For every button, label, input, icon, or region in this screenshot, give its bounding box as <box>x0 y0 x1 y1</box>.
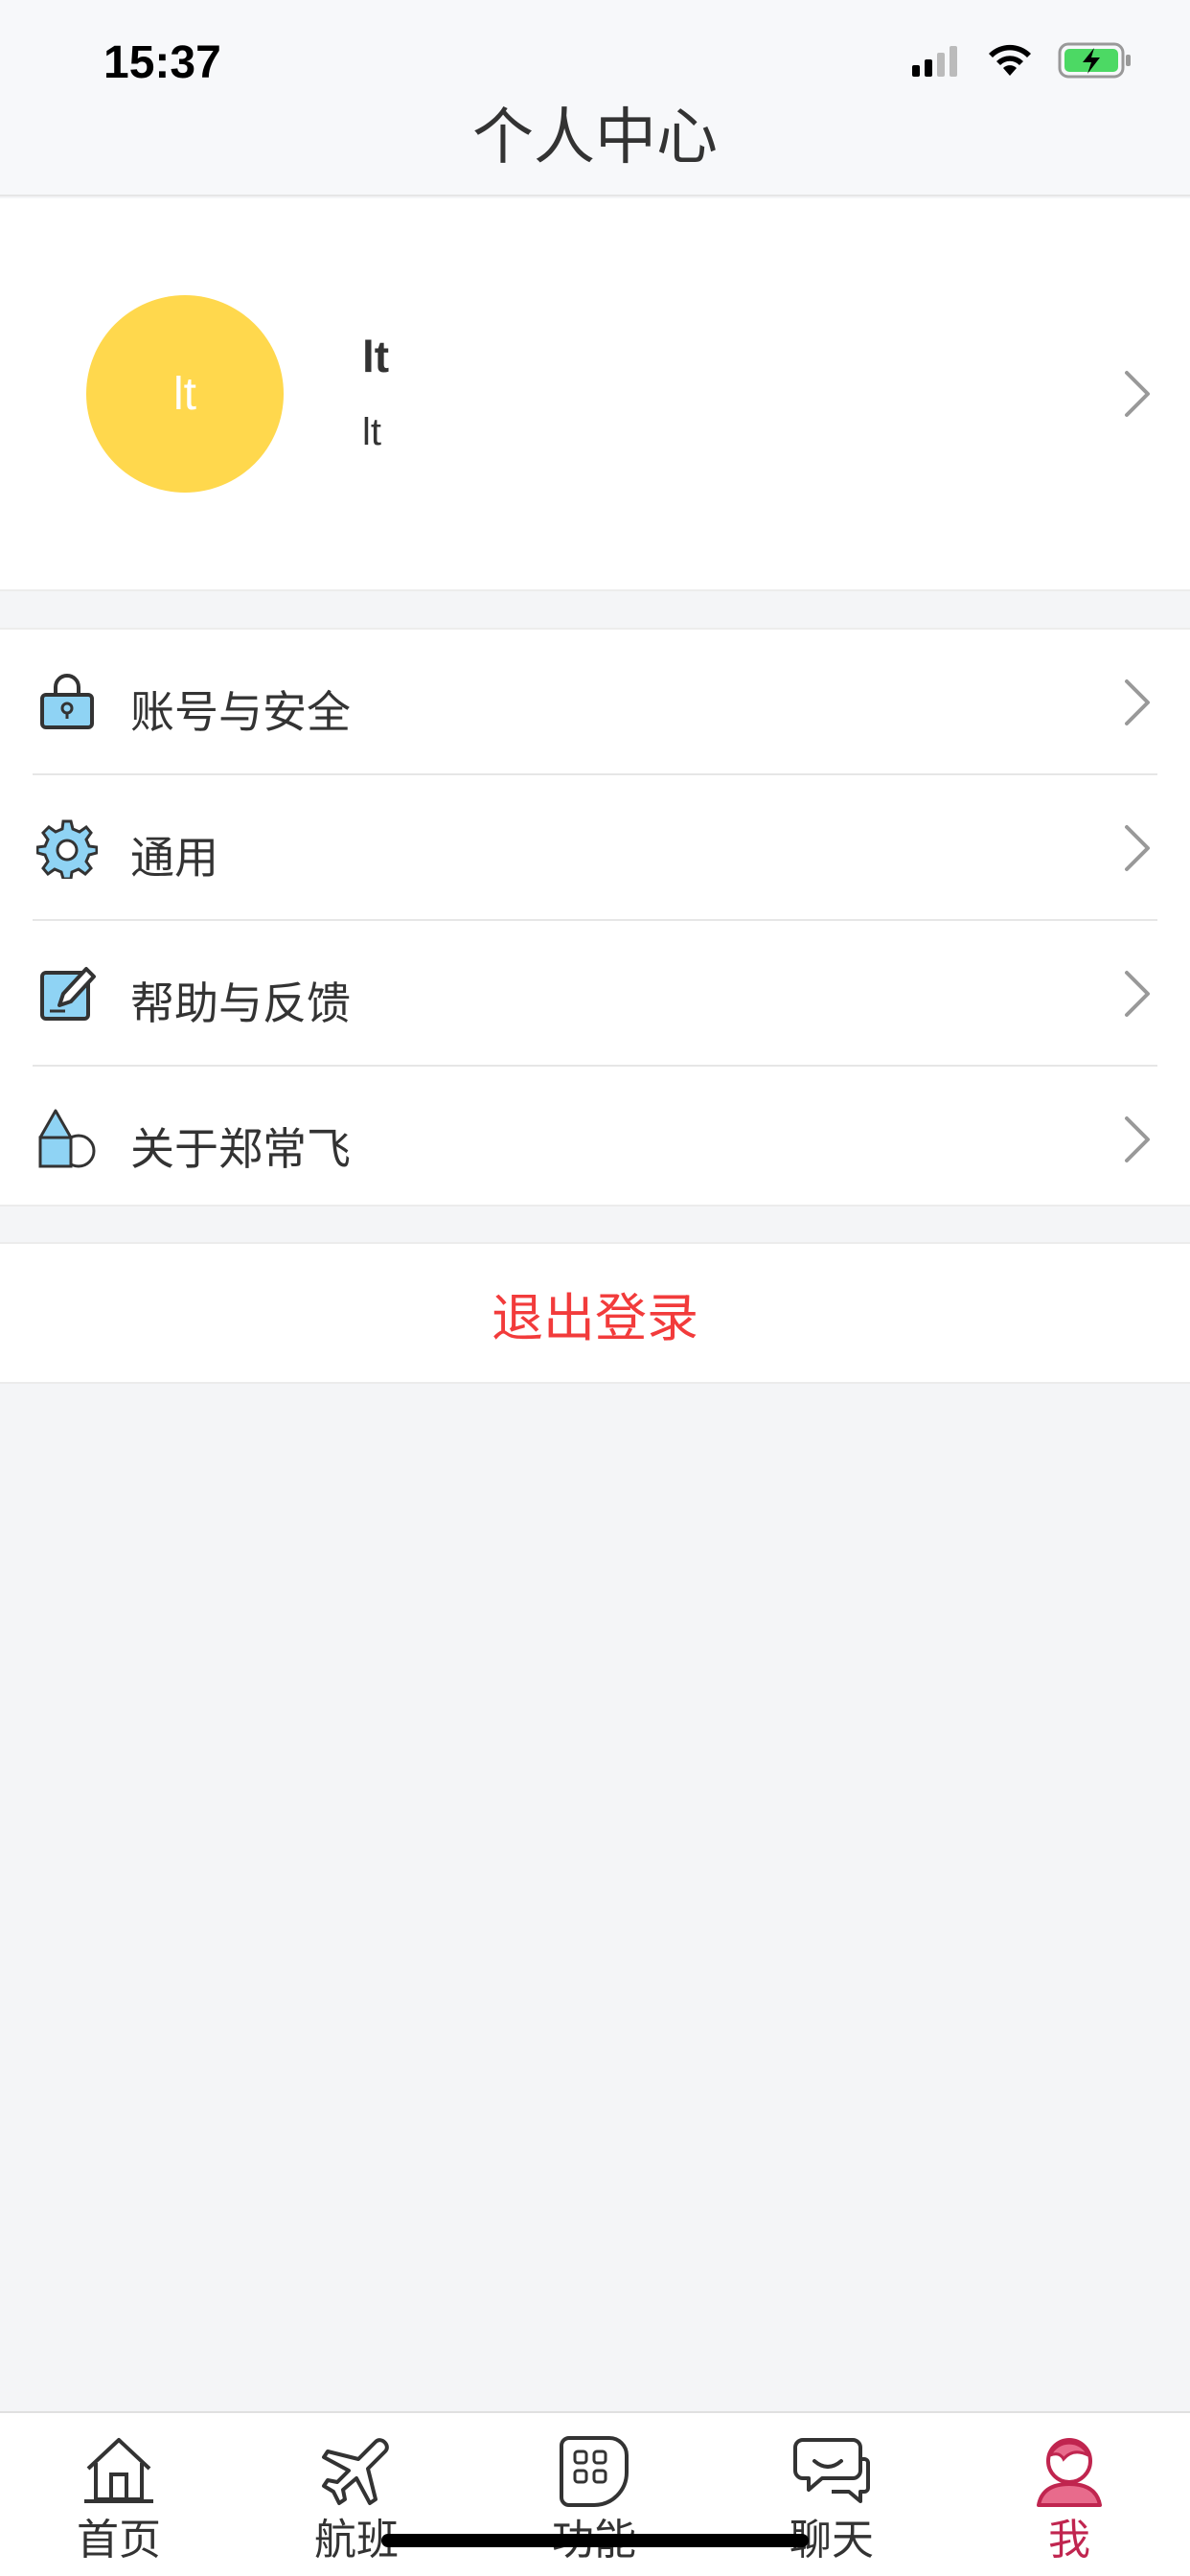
battery-charging-icon <box>1058 42 1131 79</box>
chevron-right-icon <box>1125 825 1150 871</box>
tab-chat[interactable]: 聊天 <box>713 2413 950 2576</box>
menu-item-label: 通用 <box>130 832 218 884</box>
tab-label: 我 <box>1048 2516 1090 2564</box>
avatar[interactable]: lt <box>86 295 284 493</box>
status-icons <box>912 42 1133 79</box>
tab-features[interactable]: 功能 <box>475 2413 713 2576</box>
settings-menu: 账号与安全 通用 帮助与反馈 关于郑常飞 <box>0 628 1190 1207</box>
logout-label: 退出登录 <box>492 1287 698 1348</box>
tab-bar: 首页 航班 功能 聊天 我 <box>0 2411 1190 2576</box>
tab-label: 首页 <box>77 2516 161 2564</box>
chevron-right-icon <box>1125 971 1150 1017</box>
menu-item-help-feedback[interactable]: 帮助与反馈 <box>0 921 1190 1067</box>
menu-item-account-security[interactable]: 账号与安全 <box>0 630 1190 775</box>
lock-icon <box>40 674 94 729</box>
gear-icon <box>36 819 98 879</box>
menu-item-label: 账号与安全 <box>130 686 351 738</box>
profile-name: lt <box>362 332 390 381</box>
top-bar: 15:37 个人中心 <box>0 0 1190 196</box>
menu-item-label: 帮助与反馈 <box>130 978 351 1029</box>
cellular-signal-icon <box>912 46 957 77</box>
chevron-right-icon <box>1125 1116 1150 1162</box>
profile-icon <box>1037 2438 1102 2507</box>
edit-icon <box>40 967 96 1021</box>
avatar-text: lt <box>173 368 196 420</box>
tab-flights[interactable]: 航班 <box>238 2413 475 2576</box>
status-time: 15:37 <box>103 37 221 88</box>
chevron-right-icon <box>1125 371 1150 417</box>
wifi-icon <box>989 44 1031 76</box>
page-title: 个人中心 <box>472 103 718 173</box>
menu-item-about[interactable]: 关于郑常飞 <box>0 1067 1190 1212</box>
logout-button[interactable]: 退出登录 <box>0 1242 1190 1384</box>
tab-me[interactable]: 我 <box>950 2413 1188 2576</box>
profile-subtitle: lt <box>362 411 381 453</box>
chevron-right-icon <box>1125 679 1150 725</box>
airplane-icon <box>322 2438 389 2505</box>
menu-item-label: 关于郑常飞 <box>130 1123 351 1175</box>
chat-icon <box>793 2438 870 2503</box>
shapes-icon <box>38 1109 96 1168</box>
home-icon <box>84 2438 153 2503</box>
apps-icon <box>560 2436 629 2507</box>
menu-item-general[interactable]: 通用 <box>0 775 1190 921</box>
home-indicator <box>381 2534 809 2547</box>
profile-card[interactable]: lt lt lt <box>0 198 1190 591</box>
tab-home[interactable]: 首页 <box>0 2413 238 2576</box>
